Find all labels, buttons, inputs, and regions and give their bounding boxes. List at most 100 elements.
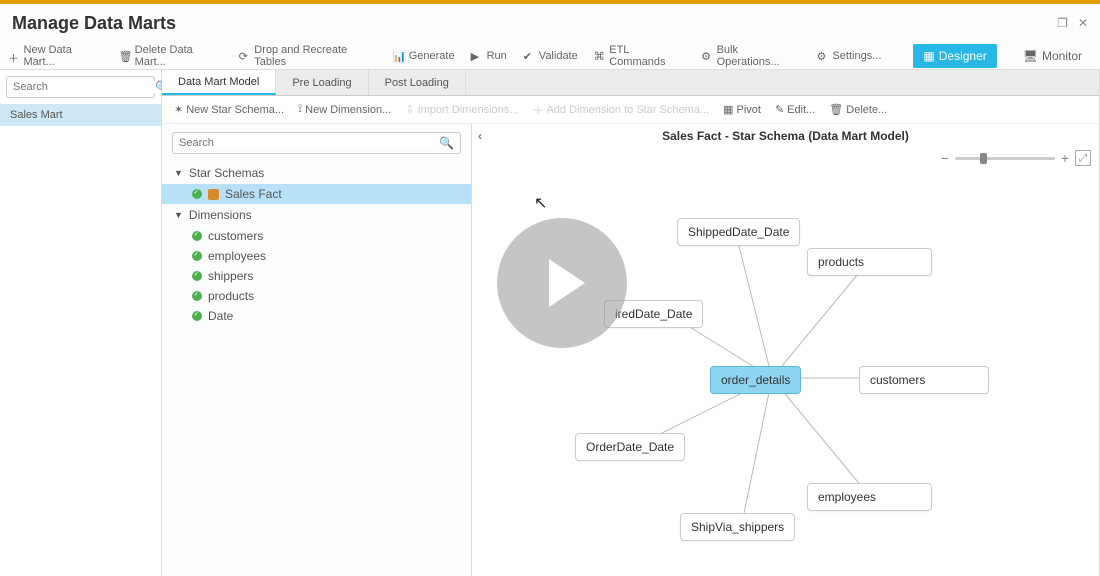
diagram-header: ‹ Sales Fact - Star Schema (Data Mart Mo… xyxy=(472,124,1099,148)
label: Generate xyxy=(409,50,455,62)
status-icon xyxy=(192,231,202,241)
label: Run xyxy=(487,50,507,62)
label: Edit... xyxy=(787,104,815,116)
label: Monitor xyxy=(1042,49,1082,63)
node-shipvia-shippers[interactable]: ShipVia_shippers xyxy=(680,513,795,541)
label: Drop and Recreate Tables xyxy=(254,44,376,68)
monitor-button[interactable]: 🖥 Monitor xyxy=(1013,44,1092,68)
node-label: ShipVia_shippers xyxy=(691,520,784,534)
close-icon[interactable]: ✕ xyxy=(1078,16,1088,30)
diagram-canvas[interactable]: ↖ order_details ShippedDate_Date product… xyxy=(472,148,1099,576)
gear-icon: ⚙ xyxy=(701,50,713,62)
new-dimension-button[interactable]: ⟟New Dimension... xyxy=(298,103,391,116)
monitor-icon: 🖥 xyxy=(1023,49,1038,63)
refresh-icon: ⟳ xyxy=(239,50,251,62)
label: Delete Data Mart... xyxy=(135,44,223,68)
label: ETL Commands xyxy=(609,44,685,68)
node-order-details[interactable]: order_details xyxy=(710,366,801,394)
node-orderdate-date[interactable]: OrderDate_Date xyxy=(575,433,685,461)
tree-search-input[interactable] xyxy=(179,137,439,149)
bulk-operations-button[interactable]: ⚙Bulk Operations... xyxy=(701,44,800,68)
cube-icon xyxy=(208,189,219,200)
group-star-schemas[interactable]: ▼ Star Schemas xyxy=(162,162,471,184)
label: Import Dimensions... xyxy=(418,104,519,116)
add-dimension-button: ＋Add Dimension to Star Schema... xyxy=(532,102,709,118)
node-employees[interactable]: employees xyxy=(807,483,932,511)
add-icon: ＋ xyxy=(532,102,543,118)
label: Settings... xyxy=(832,50,881,62)
group-dimensions[interactable]: ▼ Dimensions xyxy=(162,204,471,226)
tab-data-mart-model[interactable]: Data Mart Model xyxy=(162,70,276,95)
node-label: order_details xyxy=(721,373,790,387)
chart-icon: 📊 xyxy=(393,50,405,62)
rail-search-input[interactable] xyxy=(13,81,155,93)
restore-icon[interactable]: ❐ xyxy=(1057,16,1068,30)
trash-icon: 🗑 xyxy=(119,50,131,62)
diagram-title: Sales Fact - Star Schema (Data Mart Mode… xyxy=(662,129,909,143)
import-icon: ⇩ xyxy=(405,103,414,116)
label: Validate xyxy=(539,50,578,62)
status-icon xyxy=(192,291,202,301)
node-customers[interactable]: customers xyxy=(859,366,989,394)
node-label: products xyxy=(818,255,864,269)
item-label: shippers xyxy=(208,269,253,283)
check-icon: ✔ xyxy=(523,50,535,62)
tree-search[interactable]: 🔍 xyxy=(172,132,461,154)
delete-datamart-button[interactable]: 🗑 Delete Data Mart... xyxy=(119,44,223,68)
status-icon xyxy=(192,189,202,199)
node-products[interactable]: products xyxy=(807,248,932,276)
main-toolbar: ＋New Data Mart... 🗑 Delete Data Mart... ⟳… xyxy=(0,42,1100,70)
generate-button[interactable]: 📊 Generate xyxy=(393,50,455,62)
rail-item-salesmart[interactable]: Sales Mart xyxy=(0,104,161,126)
node-label: employees xyxy=(818,490,876,504)
designer-icon: ▦ xyxy=(923,49,934,63)
diagram-pane: ‹ Sales Fact - Star Schema (Data Mart Mo… xyxy=(472,124,1099,576)
plus-icon: ＋ xyxy=(8,50,20,62)
sub-toolbar: ✶New Star Schema... ⟟New Dimension... ⇩ I… xyxy=(162,96,1099,124)
commands-icon: ⌘ xyxy=(594,50,606,62)
tree-item-date[interactable]: Date xyxy=(162,306,471,326)
delete-button[interactable]: 🗑Delete... xyxy=(829,103,887,116)
label: Add Dimension to Star Schema... xyxy=(546,104,709,116)
node-label: customers xyxy=(870,373,925,387)
center-column: Data Mart Model Pre Loading Post Loading… xyxy=(162,70,1100,576)
node-shippeddate-date[interactable]: ShippedDate_Date xyxy=(677,218,800,246)
left-rail: 🔍 Sales Mart xyxy=(0,70,162,576)
tree-item-customers[interactable]: customers xyxy=(162,226,471,246)
etl-commands-button[interactable]: ⌘ETL Commands xyxy=(594,44,685,68)
new-star-schema-button[interactable]: ✶New Star Schema... xyxy=(174,103,284,116)
search-icon[interactable]: 🔍 xyxy=(439,136,454,150)
pivot-button[interactable]: ▦Pivot xyxy=(723,103,761,116)
node-label: OrderDate_Date xyxy=(586,440,674,454)
pivot-icon: ▦ xyxy=(723,103,733,116)
star-icon: ✶ xyxy=(174,103,183,116)
tab-post-loading[interactable]: Post Loading xyxy=(369,70,466,95)
run-button[interactable]: ▶Run xyxy=(471,50,507,62)
collapse-icon[interactable]: ▼ xyxy=(174,210,183,220)
drop-recreate-button[interactable]: ⟳Drop and Recreate Tables xyxy=(239,44,377,68)
item-label: products xyxy=(208,289,254,303)
new-datamart-button[interactable]: ＋New Data Mart... xyxy=(8,44,103,68)
validate-button[interactable]: ✔ Validate xyxy=(523,50,578,62)
tree-item-shippers[interactable]: shippers xyxy=(162,266,471,286)
collapse-icon[interactable]: ▼ xyxy=(174,168,183,178)
window-controls: ❐ ✕ xyxy=(1057,16,1088,30)
object-tree: ▼ Star Schemas Sales Fact ▼ Dimensions c… xyxy=(162,162,471,326)
designer-button[interactable]: ▦ Designer xyxy=(913,44,996,68)
page-header: Manage Data Marts ❐ ✕ xyxy=(0,4,1100,42)
label: Pivot xyxy=(736,104,760,116)
label: Designer xyxy=(939,49,987,63)
gear-icon: ⚙ xyxy=(816,50,828,62)
rail-search[interactable]: 🔍 xyxy=(6,76,155,98)
tree-item-employees[interactable]: employees xyxy=(162,246,471,266)
settings-button[interactable]: ⚙ Settings... xyxy=(816,50,881,62)
back-icon[interactable]: ‹ xyxy=(478,129,482,143)
tree-item-sales-fact[interactable]: Sales Fact xyxy=(162,184,471,204)
tree-item-products[interactable]: products xyxy=(162,286,471,306)
tab-pre-loading[interactable]: Pre Loading xyxy=(276,70,368,95)
import-dimensions-button: ⇩ Import Dimensions... xyxy=(405,103,518,116)
play-overlay-icon[interactable] xyxy=(497,218,627,348)
item-label: customers xyxy=(208,229,263,243)
dimension-icon: ⟟ xyxy=(298,103,302,116)
edit-button[interactable]: ✎Edit... xyxy=(775,103,815,116)
